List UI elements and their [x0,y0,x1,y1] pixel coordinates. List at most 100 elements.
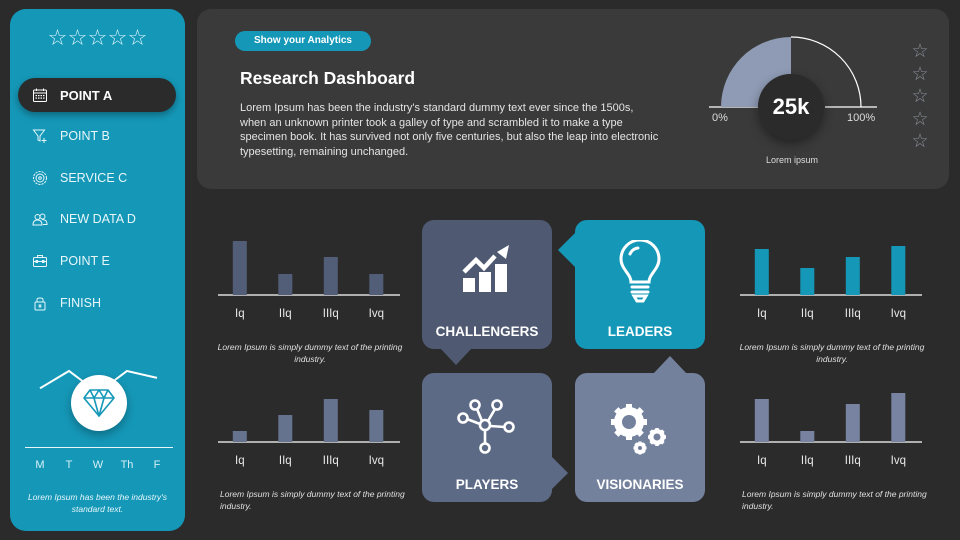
weekday-label: W [92,459,104,471]
sidebar-item-point-a[interactable]: POINT A [18,78,176,112]
bar-Iq [232,431,247,442]
x-tick-label: Iq [235,455,245,467]
sidebar-item-label: SERVICE C [60,171,128,185]
gauge-min-label: 0% [712,112,728,124]
sidebar-item-label: POINT B [60,129,110,143]
quadrant-challengers[interactable]: CHALLENGERS [422,220,552,349]
sidebar-item-label: POINT E [60,254,110,268]
x-tick-label: IIIq [845,308,861,320]
diamond-badge [71,375,127,431]
sidebar-item-service-c[interactable]: SERVICE C [18,161,176,195]
calendar-icon [32,87,48,103]
bar-IIIq [845,257,860,295]
toolbox-icon [32,253,48,269]
header-panel: Show your Analytics Research Dashboard L… [197,9,949,189]
gears-icon [611,404,666,455]
x-tick-label: Ivq [891,455,906,467]
sidebar-rating[interactable]: ☆☆☆☆☆ [10,25,185,51]
x-tick-label: Iq [757,308,767,320]
sidebar-item-finish[interactable]: FINISH [18,286,176,320]
x-tick-label: Ivq [369,308,384,320]
page-title: Research Dashboard [240,68,416,88]
bar-Ivq [891,246,906,295]
star-icon[interactable]: ☆ [910,86,930,109]
quadrant-label: VISIONARIES [596,477,684,492]
x-tick-label: IIq [801,308,814,320]
quadrant-label: CHALLENGERS [435,324,539,339]
users-icon [32,211,48,227]
bar-IIIq [323,399,338,442]
show-analytics-button[interactable]: Show your Analytics [235,31,371,51]
star-icon[interactable]: ☆ [48,25,68,51]
weekday-label: F [153,459,161,471]
lightbulb-icon [619,240,661,303]
star-icon[interactable]: ☆ [128,25,148,51]
x-tick-label: IIq [801,455,814,467]
x-tick-label: IIIq [845,455,861,467]
visionaries-pointer [653,356,687,374]
bar-Ivq [369,274,384,295]
diamond-icon [83,389,115,417]
x-tick-label: IIq [279,308,292,320]
x-tick-label: Iq [757,455,767,467]
bar-Iq [754,249,769,295]
quadrant-label: LEADERS [607,324,673,339]
sidebar-item-label: NEW DATA D [60,212,136,226]
star-icon[interactable]: ☆ [910,131,930,154]
star-icon[interactable]: ☆ [910,109,930,132]
quadrant-leaders[interactable]: LEADERS [575,220,705,349]
sidebar-item-new-data-d[interactable]: NEW DATA D [18,202,176,236]
bar-chart-bottom-right: Iq IIq IIIq Ivq Lorem Ipsum is simply dummy… [737,372,927,512]
players-pointer [550,455,568,491]
bar-IIIq [845,404,860,442]
sidebar-item-label: FINISH [60,296,101,310]
funnel-plus-icon [32,128,48,144]
sidebar-note: Lorem Ipsum has been the industry's stan… [27,492,168,514]
bar-Ivq [891,393,906,442]
bar-IIq [800,431,815,442]
network-icon [457,399,515,454]
bar-chart-top-left: Iq IIq IIIq Ivq Lorem Ipsum is simply dummy… [215,225,405,365]
x-tick-label: Iq [235,308,245,320]
header-rating[interactable]: ☆ ☆ ☆ ☆ ☆ [910,41,930,154]
bar-Ivq [369,410,384,442]
growth-chart-icon [462,245,509,292]
page-description: Lorem Ipsum has been the industry's stan… [240,102,659,158]
sidebar-item-point-b[interactable]: POINT B [18,119,176,153]
x-tick-label: Ivq [891,308,906,320]
bar-Iq [754,399,769,442]
leaders-pointer [558,232,576,268]
chart-caption: Lorem Ipsum is simply dummy text of the … [220,489,405,511]
challengers-pointer [440,348,472,365]
star-icon[interactable]: ☆ [68,25,88,51]
x-tick-label: IIq [279,455,292,467]
weekday-label: Th [120,459,134,471]
x-tick-label: IIIq [323,308,339,320]
bar-IIq [800,268,815,295]
sidebar-item-label: POINT A [60,87,113,103]
sidebar-item-point-e[interactable]: POINT E [18,244,176,278]
bar-IIq [278,415,293,442]
quadrant-visionaries[interactable]: VISIONARIES [575,373,705,502]
weekday-label: M [35,459,45,471]
bar-Iq [232,241,247,295]
x-tick-label: IIIq [323,455,339,467]
weekly-axis-line [25,447,173,448]
x-tick-label: Ivq [369,455,384,467]
quadrant-players[interactable]: PLAYERS [422,373,552,502]
gauge-max-label: 100% [847,112,876,124]
gauge-value: 25k [758,74,824,140]
sidebar: ☆☆☆☆☆ POINT A POINT B SERVICE C NEW DATA… [10,9,185,531]
bar-IIIq [323,257,338,295]
star-icon[interactable]: ☆ [910,41,930,64]
bar-IIq [278,274,293,295]
star-icon[interactable]: ☆ [88,25,108,51]
bar-chart-top-right: Iq IIq IIIq Ivq Lorem Ipsum is simply dummy… [737,225,927,365]
star-icon[interactable]: ☆ [910,64,930,87]
chart-caption: Lorem Ipsum is simply dummy text of the … [742,489,927,511]
star-icon[interactable]: ☆ [108,25,128,51]
chart-caption: Lorem Ipsum is simply dummy text of the … [217,342,403,364]
gear-badge-icon [32,170,48,186]
chart-caption: Lorem Ipsum is simply dummy text of the … [739,342,925,364]
lock-icon [32,295,48,311]
